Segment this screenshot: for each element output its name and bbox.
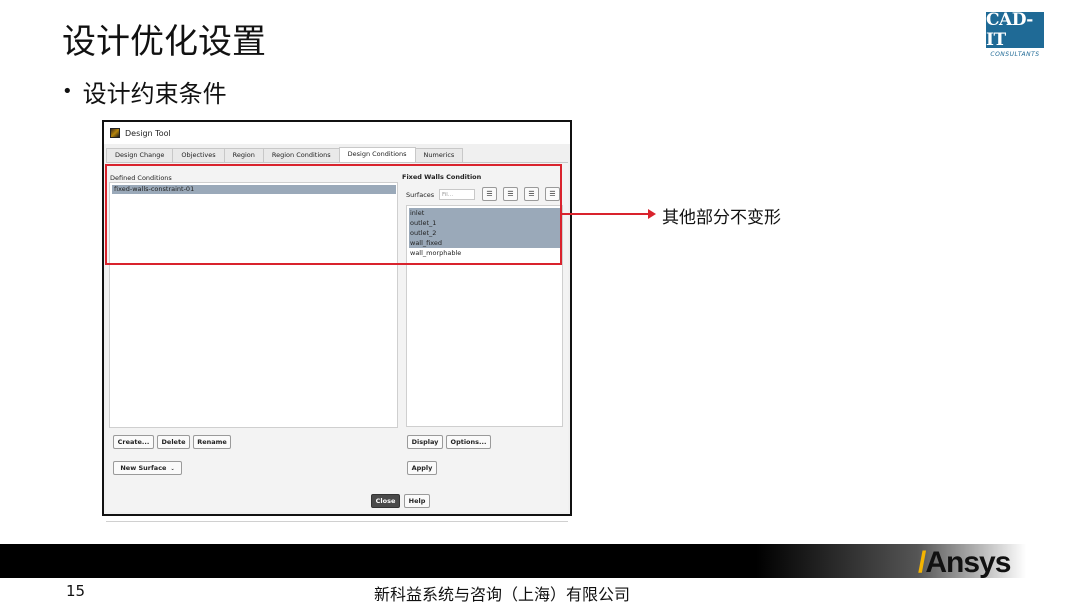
page-number: 15	[66, 582, 86, 600]
dialog-title: Design Tool	[125, 128, 171, 138]
ansys-logo: /Ansys	[918, 546, 1011, 580]
tab-design-conditions[interactable]: Design Conditions	[338, 147, 416, 162]
slide-title: 设计优化设置	[62, 22, 266, 62]
new-surface-label: New Surface	[120, 464, 167, 472]
tab-bar: Design Change Objectives Region Region C…	[106, 147, 464, 162]
delete-button[interactable]: Delete	[157, 435, 190, 449]
fluent-app-icon	[110, 128, 120, 138]
bullet-item: • 设计约束条件	[62, 74, 227, 109]
tab-region-conditions[interactable]: Region Conditions	[262, 148, 340, 162]
help-button[interactable]: Help	[404, 494, 430, 508]
ansys-logo-text: Ansys	[925, 546, 1011, 579]
cad-it-logo: CAD-IT CONSULTANTS	[986, 10, 1044, 60]
tab-objectives[interactable]: Objectives	[172, 148, 225, 162]
chevron-down-icon: ⌄	[170, 466, 175, 472]
arrow-right-icon	[648, 209, 656, 219]
cad-it-logo-subtext: CONSULTANTS	[990, 51, 1040, 58]
annotation-text: 其他部分不变形	[662, 208, 781, 228]
display-button[interactable]: Display	[407, 435, 443, 449]
close-button[interactable]: Close	[371, 494, 400, 508]
annotation-arrow-line	[561, 213, 651, 215]
tab-region[interactable]: Region	[223, 148, 264, 162]
dialog-titlebar[interactable]: Design Tool	[104, 122, 570, 144]
create-button[interactable]: Create...	[113, 435, 154, 449]
footer-company: 新科益系统与咨询（上海）有限公司	[374, 585, 631, 604]
new-surface-dropdown[interactable]: New Surface ⌄	[113, 461, 182, 475]
rename-button[interactable]: Rename	[193, 435, 231, 449]
bullet-dot-icon: •	[62, 81, 73, 102]
tab-design-change[interactable]: Design Change	[106, 148, 174, 162]
options-button[interactable]: Options...	[446, 435, 491, 449]
apply-button[interactable]: Apply	[407, 461, 437, 475]
highlight-box	[105, 164, 562, 265]
cad-it-logo-box: CAD-IT	[986, 10, 1044, 50]
cad-it-logo-text: CAD-IT	[986, 10, 1033, 50]
bullet-text: 设计约束条件	[82, 80, 227, 108]
tab-numerics[interactable]: Numerics	[414, 148, 464, 162]
dialog-separator	[106, 521, 568, 522]
